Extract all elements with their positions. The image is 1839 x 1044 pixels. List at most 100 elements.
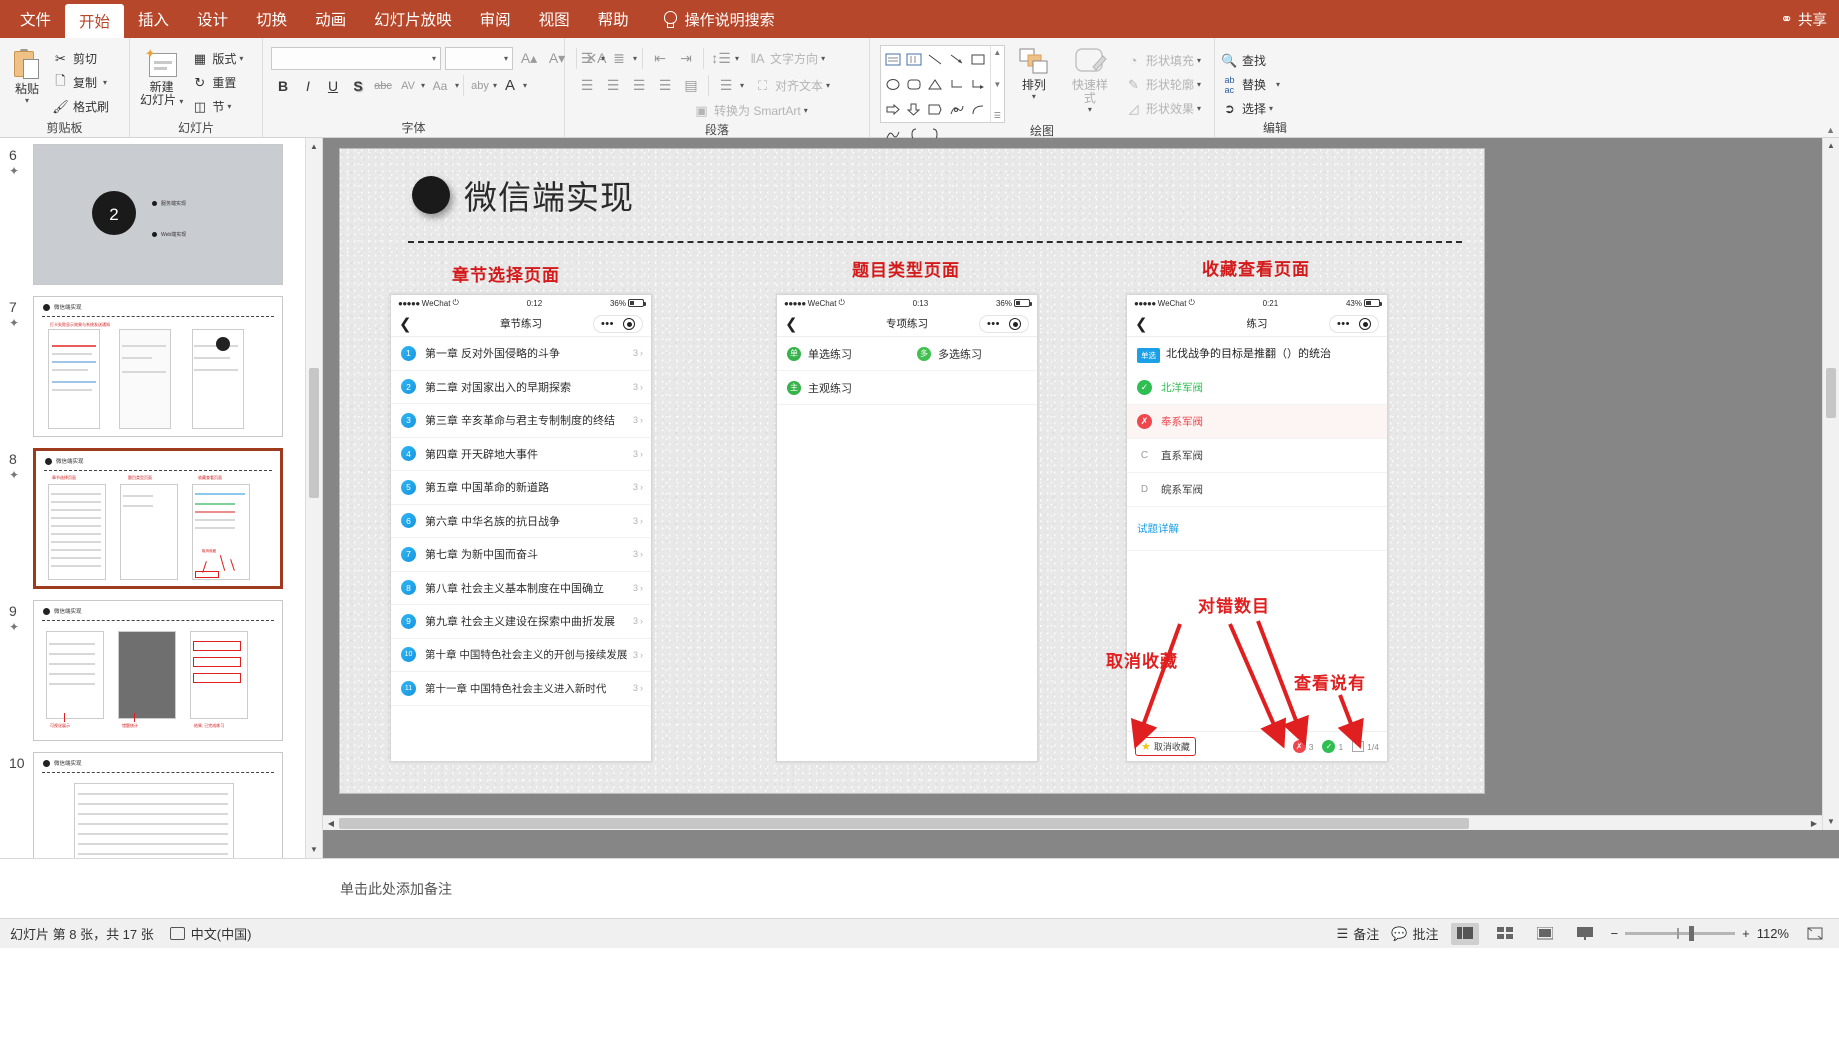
ribbon-tab-file[interactable]: 文件: [6, 0, 65, 38]
view-slideshow-button[interactable]: [1571, 923, 1599, 945]
convert-to-smartart-button[interactable]: ▣ 转换为 SmartArt ▾: [691, 99, 813, 122]
thumbnail-preview[interactable]: 2 服务端实现 Web端实现: [33, 144, 283, 285]
thumbnail-item[interactable]: 9 ✦ 微信端实现 可视化展示 错题统计 结果, 已完成练习: [0, 600, 305, 741]
chevron-down-icon[interactable]: ▾: [432, 54, 436, 63]
new-slide-button[interactable]: ✦ 新建 幻灯片 ▾: [134, 45, 189, 110]
ribbon-tab-view[interactable]: 视图: [525, 0, 584, 38]
chevron-down-icon[interactable]: ▾: [523, 81, 527, 90]
unfavorite-button[interactable]: ★ 取消收藏: [1135, 737, 1196, 756]
select-button[interactable]: ➲ 选择 ▾: [1219, 97, 1285, 120]
chevron-down-icon[interactable]: ▾: [804, 106, 808, 115]
line-spacing-button[interactable]: ↕☰: [709, 47, 733, 70]
thumbnail-item[interactable]: 7 ✦ 微信端实现 打卡失败显示效果与系统发送通知: [0, 296, 305, 437]
option-row[interactable]: D 皖系军阀: [1127, 473, 1387, 507]
justify-button[interactable]: ☰: [653, 74, 677, 97]
increase-indent-button[interactable]: ⇥: [674, 47, 698, 70]
shape-elbow-arrow-icon[interactable]: [967, 72, 988, 97]
shape-oval-icon[interactable]: [882, 72, 903, 97]
italic-button[interactable]: I: [296, 74, 320, 97]
shape-down-arrow-icon[interactable]: [903, 97, 924, 122]
chapter-row[interactable]: 1 第一章 反对外国侵略的斗争 3 ›: [391, 337, 651, 371]
option-row[interactable]: ✗ 奉系军阀: [1127, 405, 1387, 439]
shape-right-arrow-icon[interactable]: [882, 97, 903, 122]
text-highlight-button[interactable]: aby: [468, 74, 492, 97]
fit-slide-button[interactable]: [1801, 923, 1829, 945]
chapter-row[interactable]: 4 第四章 开天辟地大事件 3 ›: [391, 438, 651, 471]
thumbnail-preview[interactable]: 微信端实现 打卡失败显示效果与系统发送通知: [33, 296, 283, 437]
chevron-down-icon[interactable]: ▾: [1269, 104, 1273, 113]
chevron-down-icon[interactable]: ▾: [735, 54, 739, 63]
character-spacing-button[interactable]: AV: [396, 74, 420, 97]
decrease-indent-button[interactable]: ⇤: [648, 47, 672, 70]
chevron-down-icon[interactable]: ▾: [493, 81, 497, 90]
columns-button[interactable]: ▤: [679, 74, 703, 97]
ribbon-tab-transitions[interactable]: 切换: [242, 0, 301, 38]
chevron-down-icon[interactable]: ▾: [826, 81, 830, 90]
text-shadow-button[interactable]: S: [346, 74, 370, 97]
chevron-down-icon[interactable]: ▾: [421, 81, 425, 90]
thumbnail-scrollbar[interactable]: ▲ ▼: [305, 138, 322, 858]
option-row[interactable]: C 直系军阀: [1127, 439, 1387, 473]
chevron-down-icon[interactable]: ▾: [633, 54, 637, 63]
type-item[interactable]: 主 主观练习: [777, 371, 1037, 405]
canvas-horizontal-scrollbar[interactable]: ◀ ▶: [323, 815, 1822, 830]
scroll-down-icon[interactable]: ▼: [993, 80, 1001, 89]
shape-arrow-icon[interactable]: [946, 47, 967, 72]
copy-button[interactable]: 🗋 复制 ▾: [50, 71, 114, 94]
increase-font-size-button[interactable]: A▴: [517, 47, 541, 70]
shape-pentagon-icon[interactable]: [925, 97, 946, 122]
chevron-down-icon[interactable]: ▾: [1088, 105, 1092, 114]
align-right-button[interactable]: ☰: [627, 74, 651, 97]
shapes-gallery[interactable]: ▲ ▼ ☰: [880, 45, 1005, 141]
align-left-button[interactable]: ☰: [575, 74, 599, 97]
quick-styles-button[interactable]: 快速样式 ▾: [1063, 45, 1117, 116]
shape-elbow-connector-icon[interactable]: [946, 72, 967, 97]
chevron-down-icon[interactable]: ▾: [227, 102, 231, 111]
chevron-down-icon[interactable]: ▾: [25, 96, 29, 105]
scrollbar-thumb[interactable]: [309, 368, 319, 498]
view-slide-sorter-button[interactable]: [1491, 923, 1519, 945]
scroll-right-icon[interactable]: ▶: [1806, 819, 1822, 828]
more-dots-icon[interactable]: •••: [1337, 319, 1350, 330]
chevron-down-icon[interactable]: ▾: [1197, 104, 1201, 113]
thumbnail-item[interactable]: 10 微信端实现: [0, 752, 305, 858]
wechat-capsule[interactable]: •••: [1328, 315, 1379, 333]
ribbon-tab-insert[interactable]: 插入: [124, 0, 183, 38]
shapes-more-icon[interactable]: ☰: [994, 111, 1001, 120]
ribbon-tab-review[interactable]: 审阅: [466, 0, 525, 38]
zoom-track[interactable]: [1625, 926, 1736, 941]
shape-freeform-icon[interactable]: [946, 97, 967, 122]
chevron-down-icon[interactable]: ▾: [740, 81, 744, 90]
zoom-in-button[interactable]: +: [1742, 926, 1750, 941]
font-color-button[interactable]: A: [498, 74, 522, 97]
target-circle-icon[interactable]: [1009, 318, 1021, 330]
chapter-row[interactable]: 10 第十章 中国特色社会主义的开创与接续发展 3 ›: [391, 639, 651, 672]
align-text-button[interactable]: ⛶ 对齐文本 ▾: [752, 74, 835, 97]
shape-rounded-rect-icon[interactable]: [903, 72, 924, 97]
zoom-slider[interactable]: − + 112%: [1611, 926, 1789, 941]
chevron-down-icon[interactable]: ▾: [504, 54, 508, 63]
chapter-row[interactable]: 5 第五章 中国革命的新道路 3 ›: [391, 471, 651, 505]
font-name-input[interactable]: ▾: [271, 47, 441, 70]
slide-editor[interactable]: 微信端实现 章节选择页面 题目类型页面 收藏查看页面 ●●●●● WeChat …: [339, 148, 1485, 794]
wechat-capsule[interactable]: •••: [978, 315, 1029, 333]
view-reading-button[interactable]: [1531, 923, 1559, 945]
chapter-row[interactable]: 6 第六章 中华名族的抗日战争 3 ›: [391, 505, 651, 538]
chapter-row[interactable]: 11 第十一章 中国特色社会主义进入新时代 3 ›: [391, 672, 651, 706]
ribbon-tab-design[interactable]: 设计: [183, 0, 242, 38]
underline-button[interactable]: U: [321, 74, 345, 97]
chevron-down-icon[interactable]: ▾: [1197, 80, 1201, 89]
cut-button[interactable]: ✂ 剪切: [50, 47, 114, 70]
section-button[interactable]: ◫ 节 ▾: [189, 95, 248, 118]
chevron-down-icon[interactable]: ▾: [455, 81, 459, 90]
reset-button[interactable]: ↻ 重置: [189, 71, 248, 94]
numbering-button[interactable]: ≣: [607, 47, 631, 70]
chapter-row[interactable]: 2 第二章 对国家出入的早期探索 3 ›: [391, 371, 651, 404]
slide-title[interactable]: 微信端实现: [412, 171, 634, 219]
scroll-down-icon[interactable]: ▼: [1823, 814, 1839, 830]
zoom-out-button[interactable]: −: [1611, 926, 1619, 941]
strikethrough-button[interactable]: abc: [371, 74, 395, 97]
vscroll-thumb[interactable]: [1826, 368, 1836, 418]
chapter-row[interactable]: 9 第九章 社会主义建设在探索中曲折发展 3 ›: [391, 605, 651, 639]
ribbon-tab-animations[interactable]: 动画: [301, 0, 360, 38]
